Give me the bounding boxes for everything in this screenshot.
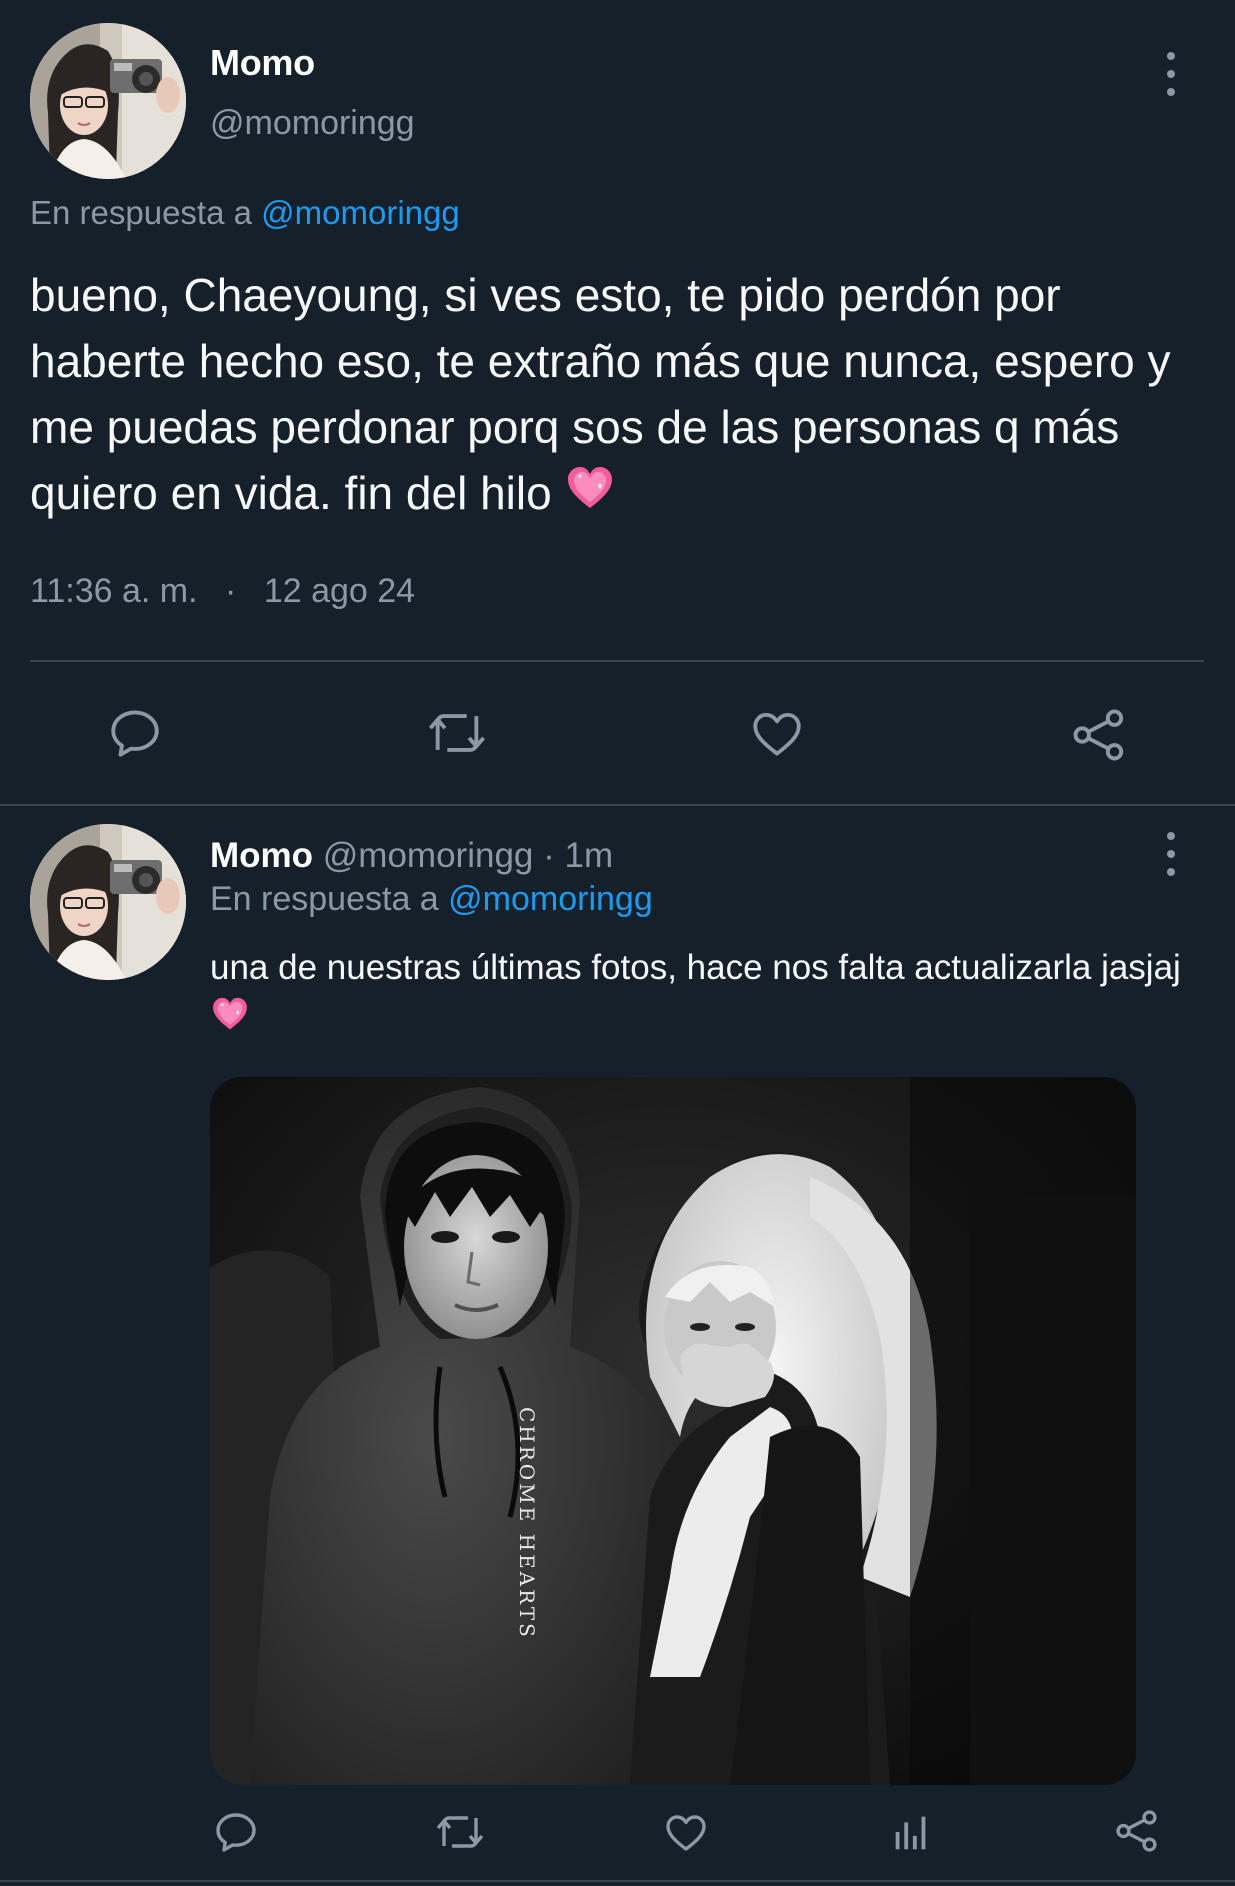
reply-icon — [216, 1813, 256, 1852]
reply-context: En respuesta a @momoringg — [210, 880, 653, 919]
like-icon — [666, 1815, 706, 1851]
tweet-text-body: una de nuestras últimas fotos, hace nos … — [210, 948, 1181, 987]
like-button[interactable] — [662, 1808, 710, 1856]
share-button[interactable] — [1068, 704, 1130, 766]
views-icon — [895, 1816, 926, 1850]
author-name[interactable]: Momo — [210, 836, 313, 875]
like-icon — [753, 712, 801, 756]
retweet-button[interactable] — [425, 704, 489, 762]
reply-button[interactable] — [106, 704, 164, 762]
reply-icon — [111, 710, 159, 757]
reply-context: En respuesta a @momoringg — [30, 194, 460, 232]
author-handle[interactable]: @momoringg — [323, 836, 534, 875]
reply-button[interactable] — [212, 1808, 260, 1856]
bottom-divider — [0, 1880, 1235, 1882]
tweet-text: bueno, Chaeyoung, si ves esto, te pido p… — [30, 262, 1210, 531]
hoodie-print: CHROME HEARTS — [515, 1407, 539, 1640]
tweet-text: una de nuestras últimas fotos, hace nos … — [210, 942, 1210, 1049]
tweet-time: 11:36 a. m. — [30, 572, 198, 610]
author-name[interactable]: Momo — [210, 42, 315, 84]
more-options-icon[interactable] — [1163, 832, 1179, 876]
tweet-date: 12 ago 24 — [263, 572, 416, 610]
author-handle[interactable]: @momoringg — [210, 104, 415, 143]
tweet-timestamp[interactable]: 11:36 a. m. · 12 ago 24 — [30, 572, 415, 611]
retweet-icon — [428, 714, 486, 752]
reply-mention-link[interactable]: @momoringg — [448, 880, 653, 918]
more-options-icon[interactable] — [1163, 52, 1179, 96]
views-button[interactable] — [888, 1808, 934, 1856]
tweet-time-ago[interactable]: · 1m — [543, 836, 613, 875]
timestamp-separator: · — [225, 572, 237, 610]
share-icon — [1073, 709, 1124, 761]
reply-mention-link[interactable]: @momoringg — [261, 194, 460, 231]
retweet-icon — [436, 1816, 484, 1848]
divider — [30, 660, 1204, 662]
share-icon — [1116, 1810, 1157, 1852]
sparkling-heart-emoji-icon — [564, 462, 616, 531]
tweet-separator — [0, 804, 1235, 806]
avatar[interactable] — [30, 23, 186, 179]
like-button[interactable] — [748, 704, 806, 762]
reply-prefix: En respuesta a — [210, 880, 439, 918]
sparkling-heart-emoji-icon — [210, 994, 250, 1049]
retweet-button[interactable] — [434, 1808, 486, 1856]
avatar[interactable] — [30, 824, 186, 980]
share-button[interactable] — [1112, 1806, 1162, 1856]
hoodie-print-text: CHROME HEARTS — [515, 1407, 539, 1640]
reply-prefix: En respuesta a — [30, 194, 252, 231]
tweet-header: Momo @momoringg · 1m — [210, 836, 613, 876]
tweet-photo[interactable]: CHROME HEARTS — [210, 1077, 1136, 1785]
